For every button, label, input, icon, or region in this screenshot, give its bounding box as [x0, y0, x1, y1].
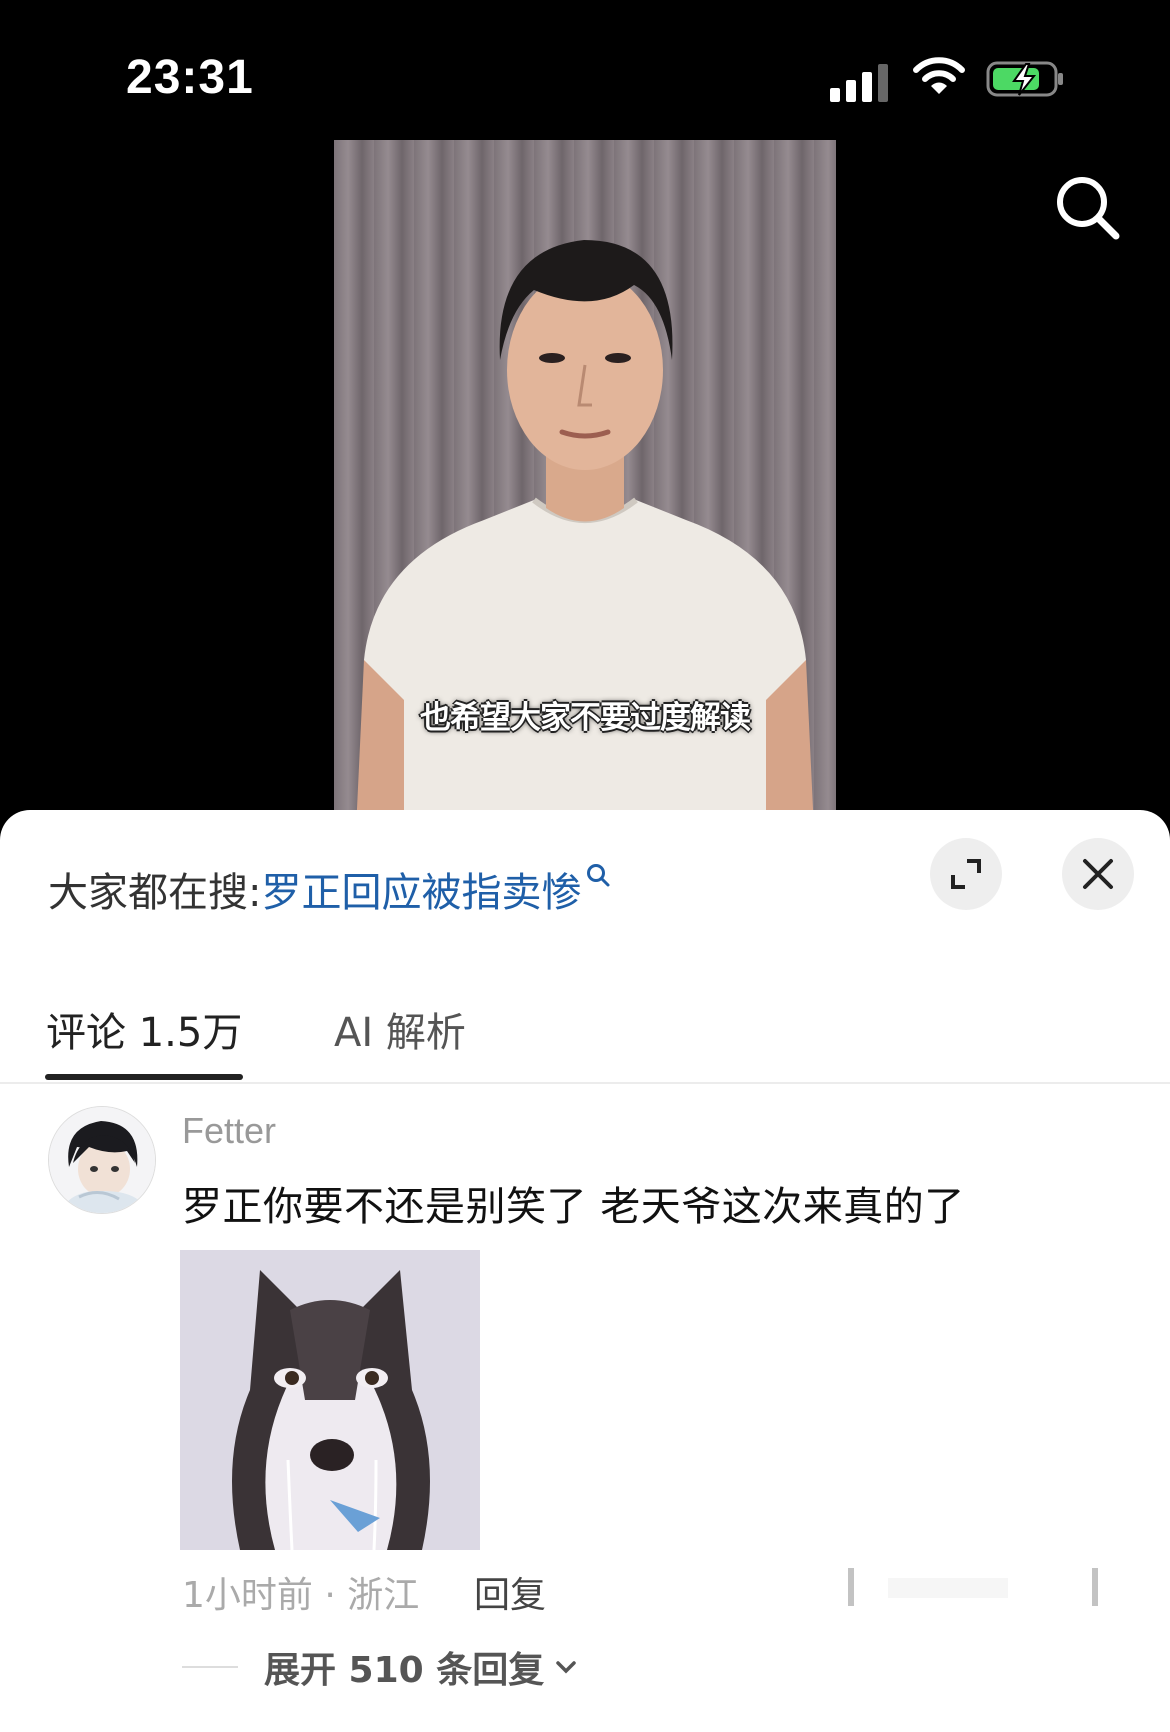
comment-meta: 1小时前 · 浙江 [182, 1575, 420, 1616]
expand-replies-label: 展开 510 条回复 [264, 1650, 545, 1691]
comment-sheet: 大家都在搜:罗正回应被指卖惨 评论 1.5万 AI 解析 Fetter 罗正你要… [0, 810, 1170, 1732]
video-subtitle: 也希望大家不要过度解读 [420, 700, 751, 736]
expand-button[interactable] [930, 838, 1002, 910]
search-icon [587, 864, 610, 887]
expand-replies-button[interactable]: 展开 510 条回复 [182, 1642, 580, 1692]
tab-comments[interactable]: 评论 1.5万 [46, 1000, 242, 1058]
avatar[interactable] [48, 1106, 156, 1214]
comment-text: 罗正你要不还是别笑了 老天爷这次来真的了 [182, 1184, 965, 1230]
hot-search-bar[interactable]: 大家都在搜:罗正回应被指卖惨 [48, 860, 611, 918]
husky-image [180, 1250, 480, 1550]
close-button[interactable] [1062, 838, 1134, 910]
close-icon [1083, 859, 1113, 889]
comment-image[interactable] [180, 1250, 480, 1550]
comment-username[interactable]: Fetter [182, 1110, 276, 1152]
active-tab-indicator [45, 1074, 243, 1080]
reply-button[interactable]: 回复 [474, 1566, 546, 1618]
expand-icon [951, 859, 981, 889]
chevron-down-icon [556, 1661, 576, 1674]
tab-bar: 评论 1.5万 AI 解析 [0, 980, 1170, 1084]
watermark-artifact [848, 1568, 1098, 1606]
hot-search-prefix: 大家都在搜: [48, 870, 262, 916]
search-icon[interactable] [1052, 172, 1122, 242]
video-frame[interactable]: 也希望大家不要过度解读 [334, 140, 836, 830]
tab-ai-analysis[interactable]: AI 解析 [334, 1000, 466, 1058]
hot-search-link[interactable]: 罗正回应被指卖惨 [261, 870, 581, 916]
video-area[interactable]: 也希望大家不要过度解读 [0, 0, 1170, 830]
divider [182, 1666, 238, 1668]
